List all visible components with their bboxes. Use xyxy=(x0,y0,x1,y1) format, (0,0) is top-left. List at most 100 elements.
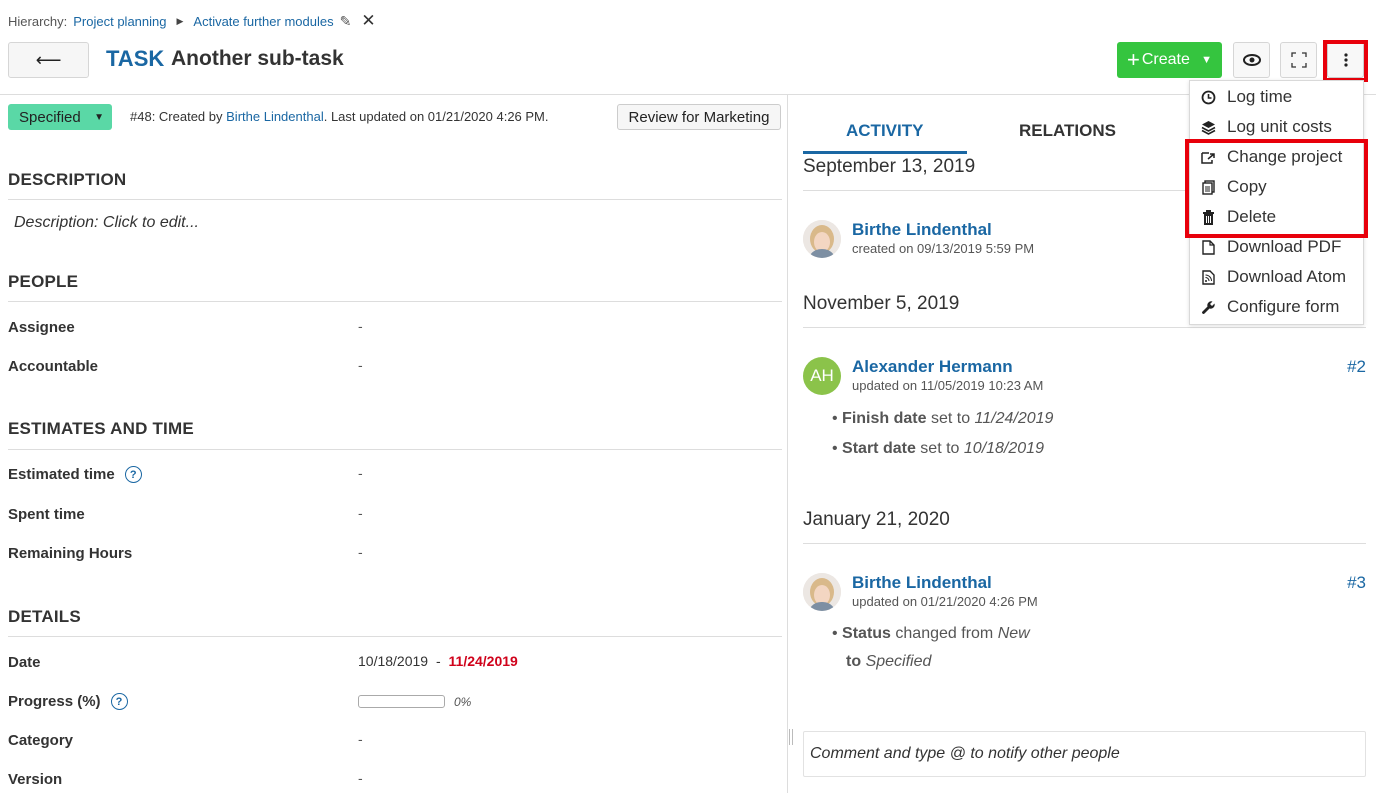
activity-day-header: September 13, 2019 xyxy=(803,156,976,177)
activity-user-link[interactable]: Birthe Lindenthal xyxy=(852,573,992,593)
progress-text: Progress (%) xyxy=(8,693,101,710)
detail-value: 10/18/2019 xyxy=(963,440,1044,457)
breadcrumb-label: Hierarchy: xyxy=(8,13,68,29)
highlight-box-more-button xyxy=(1323,40,1368,82)
day-divider xyxy=(803,327,1366,328)
description-field[interactable]: Description: Click to edit... xyxy=(14,214,199,232)
menu-item-download-atom[interactable]: Download Atom xyxy=(1190,262,1363,292)
back-button[interactable]: ⟵ xyxy=(8,42,89,78)
section-title-people: PEOPLE xyxy=(8,272,79,291)
estimated-time-label: Estimated time ? xyxy=(8,466,142,483)
remaining-hours-value[interactable]: - xyxy=(358,544,363,560)
estimated-time-value[interactable]: - xyxy=(358,465,363,481)
watch-button[interactable] xyxy=(1233,42,1270,78)
user-photo-icon xyxy=(803,573,841,611)
work-package-type: TASK xyxy=(106,46,165,71)
activity-meta: updated on 01/21/2020 4:26 PM xyxy=(852,594,1038,609)
detail-text: changed from xyxy=(895,625,994,642)
section-divider xyxy=(8,449,782,450)
pencil-icon[interactable]: ✎ xyxy=(340,13,352,30)
status-dropdown[interactable]: Specified ▼ xyxy=(8,104,112,130)
date-label: Date xyxy=(8,654,41,671)
estimated-time-text: Estimated time xyxy=(8,466,115,483)
clock-icon xyxy=(1200,90,1216,105)
activity-number-link[interactable]: #3 xyxy=(1347,573,1366,593)
activity-detail: • Start date set to 10/18/2019 xyxy=(832,440,1044,457)
activity-meta: updated on 11/05/2019 10:23 AM xyxy=(852,378,1044,393)
author-link[interactable]: Birthe Lindenthal xyxy=(226,109,324,124)
tab-relations[interactable]: RELATIONS xyxy=(1019,121,1116,141)
category-value[interactable]: - xyxy=(358,731,363,747)
date-value[interactable]: 10/18/2019 - 11/24/2019 xyxy=(358,653,518,669)
create-button[interactable]: + Create ▼ xyxy=(1117,42,1222,78)
avatar xyxy=(803,573,841,611)
activity-user-link[interactable]: Birthe Lindenthal xyxy=(852,220,992,240)
file-icon xyxy=(1200,239,1216,255)
progress-value: 0% xyxy=(454,695,472,709)
eye-icon xyxy=(1242,54,1261,66)
header-divider xyxy=(0,94,1376,95)
section-divider xyxy=(8,301,782,302)
menu-item-log-time[interactable]: Log time xyxy=(1190,82,1363,112)
user-photo-icon xyxy=(803,220,841,258)
spent-time-value[interactable]: - xyxy=(358,505,363,521)
accountable-label: Accountable xyxy=(8,358,99,375)
fullscreen-button[interactable] xyxy=(1280,42,1317,78)
category-label: Category xyxy=(8,732,74,749)
remaining-hours-label: Remaining Hours xyxy=(8,545,133,562)
version-value[interactable]: - xyxy=(358,770,363,786)
feed-file-icon xyxy=(1200,269,1216,285)
breadcrumb: Hierarchy: Project planning ▶ Activate f… xyxy=(8,11,376,31)
section-divider xyxy=(8,636,782,637)
section-title-estimates: ESTIMATES AND TIME xyxy=(8,419,194,438)
menu-item-label: Configure form xyxy=(1227,297,1340,316)
highlight-box-menu-items xyxy=(1185,139,1368,238)
breadcrumb-link-activate-modules[interactable]: Activate further modules xyxy=(193,14,333,29)
finish-date: 11/24/2019 xyxy=(448,653,518,669)
activity-detail: • Status changed from New xyxy=(832,625,1030,642)
menu-item-configure-form[interactable]: Configure form xyxy=(1190,292,1363,322)
active-tab-indicator xyxy=(803,151,967,154)
detail-value: 11/24/2019 xyxy=(974,410,1054,427)
panel-divider xyxy=(787,95,788,793)
spent-time-label: Spent time xyxy=(8,506,85,523)
menu-item-label: Log time xyxy=(1227,87,1293,106)
assignee-label: Assignee xyxy=(8,319,75,336)
activity-day-header: November 5, 2019 xyxy=(803,293,960,314)
activity-number-link[interactable]: #2 xyxy=(1347,357,1366,377)
help-icon[interactable]: ? xyxy=(110,693,128,710)
detail-field: Start date xyxy=(842,440,916,457)
assignee-value[interactable]: - xyxy=(358,318,363,334)
version-label: Version xyxy=(8,771,63,788)
activity-user-link[interactable]: Alexander Hermann xyxy=(852,357,1013,377)
review-for-marketing-button[interactable]: Review for Marketing xyxy=(617,104,781,130)
resize-handle[interactable] xyxy=(789,729,793,745)
day-divider xyxy=(803,543,1366,544)
menu-item-log-unit-costs[interactable]: Log unit costs xyxy=(1190,112,1363,142)
plus-icon: + xyxy=(1127,47,1140,72)
activity-meta: created on 09/13/2019 5:59 PM xyxy=(852,241,1035,256)
avatar xyxy=(803,220,841,258)
expand-icon xyxy=(1290,52,1307,68)
tab-activity[interactable]: ACTIVITY xyxy=(846,121,923,141)
start-date: 10/18/2019 xyxy=(358,653,429,669)
breadcrumb-link-project-planning[interactable]: Project planning xyxy=(73,14,166,29)
caret-down-icon: ▼ xyxy=(1201,54,1212,66)
arrow-left-icon: ⟵ xyxy=(35,49,62,70)
menu-item-label: Log unit costs xyxy=(1227,117,1332,136)
date-separator: - xyxy=(435,653,441,669)
detail-value: Specified xyxy=(865,653,932,670)
progress-bar[interactable] xyxy=(358,695,445,708)
breadcrumb-separator-icon: ▶ xyxy=(176,15,184,26)
activity-day-header: January 21, 2020 xyxy=(803,509,950,530)
help-icon[interactable]: ? xyxy=(124,466,142,483)
accountable-value[interactable]: - xyxy=(358,357,363,373)
comment-input[interactable]: Comment and type @ to notify other peopl… xyxy=(803,731,1366,777)
caret-down-icon: ▼ xyxy=(94,111,104,123)
progress-label: Progress (%) ? xyxy=(8,693,128,710)
detail-text: to xyxy=(846,653,862,670)
work-package-subject[interactable]: Another sub-task xyxy=(171,47,344,71)
detail-text: set to xyxy=(920,440,960,457)
detail-field: Status xyxy=(842,625,891,642)
close-icon[interactable]: ✕ xyxy=(361,11,375,31)
